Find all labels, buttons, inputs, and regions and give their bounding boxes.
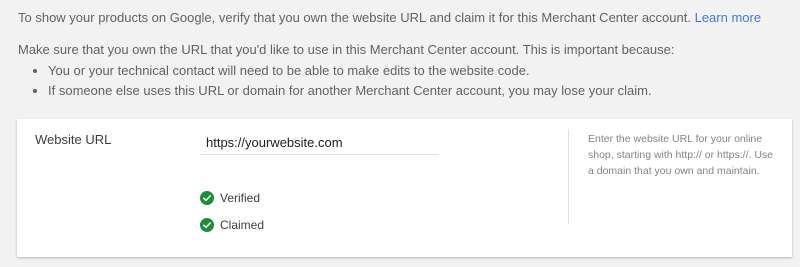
note-lead: Make sure that you own the URL that you'… — [18, 42, 675, 57]
claimed-status: Claimed — [200, 218, 264, 232]
note-bullet: You or your technical contact will need … — [48, 61, 674, 81]
check-circle-icon — [200, 218, 214, 232]
verified-status: Verified — [200, 191, 260, 205]
learn-more-link[interactable]: Learn more — [695, 10, 761, 25]
help-divider — [568, 129, 569, 224]
ownership-note: Make sure that you own the URL that you'… — [18, 41, 674, 101]
intro-sentence: To show your products on Google, verify … — [18, 10, 691, 25]
website-url-input[interactable] — [200, 131, 439, 155]
check-circle-icon — [200, 191, 214, 205]
intro-text: To show your products on Google, verify … — [18, 10, 761, 25]
help-text: Enter the website URL for your online sh… — [588, 133, 774, 177]
claimed-label: Claimed — [220, 218, 265, 232]
note-bullet-list: You or your technical contact will need … — [18, 61, 674, 101]
website-url-label: Website URL — [35, 132, 112, 147]
website-url-card: Website URL Verified Claimed Enter the w… — [17, 119, 792, 257]
note-bullet: If someone else uses this URL or domain … — [48, 81, 674, 101]
verified-label: Verified — [220, 191, 261, 205]
